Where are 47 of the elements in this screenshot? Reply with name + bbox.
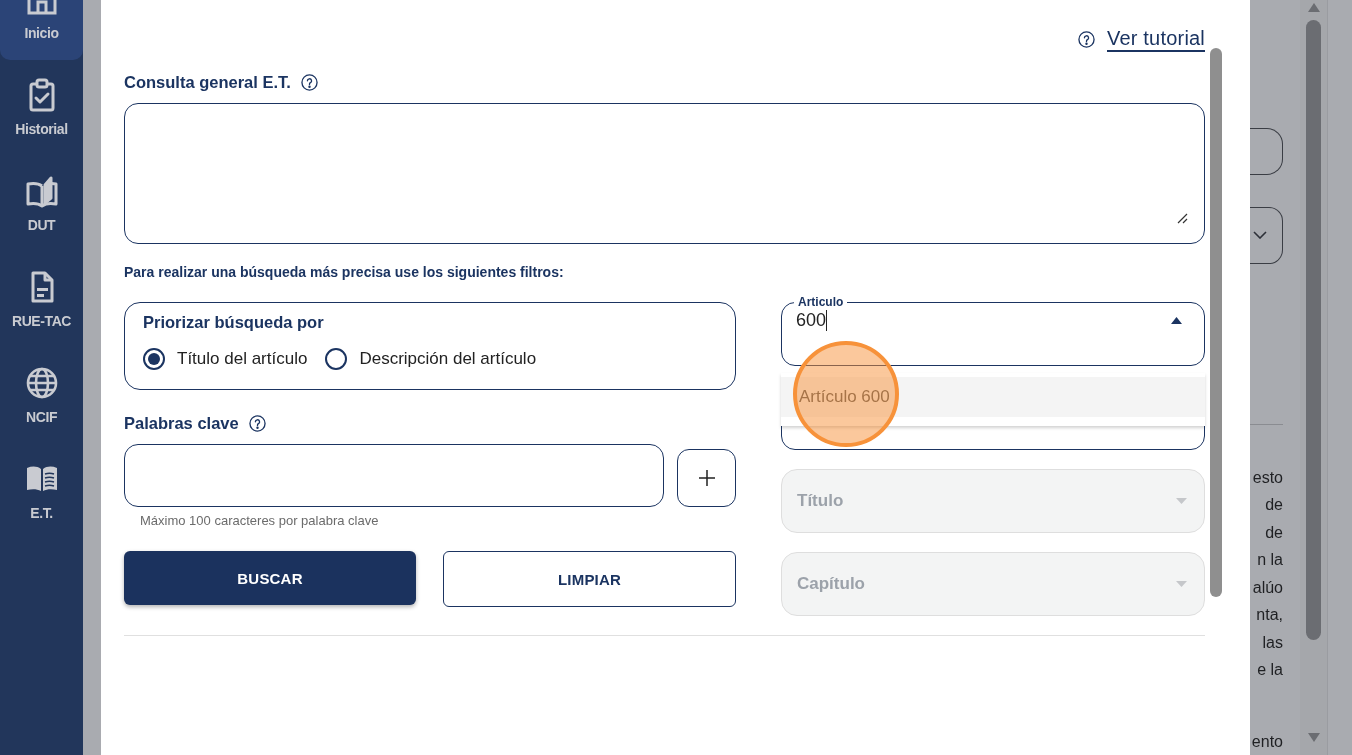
sidebar-item[interactable]: Inicio [0,0,83,60]
scrollbar-thumb[interactable] [1210,48,1222,597]
caret-down-icon [1176,581,1187,587]
panel-title: Priorizar búsqueda por [143,312,325,332]
paragraph-text: ento [1251,731,1283,752]
radio-option[interactable]: Descripción del artículo [325,347,537,371]
field-label: Consulta general E.T. [124,72,291,92]
caret-up-icon[interactable] [1171,316,1182,324]
paragraph-text: de [1265,495,1283,515]
paragraph-text: las [1262,632,1283,653]
clear-button[interactable]: LIMPIAR [443,551,736,607]
sidebar-item[interactable]: RUE-TAC [0,266,83,348]
help-icon[interactable] [1078,31,1095,48]
search-button[interactable]: BUSCAR [124,551,416,605]
globe-icon [24,366,59,400]
paragraph-text: de [1265,522,1283,543]
resize-grip-icon[interactable] [1177,213,1188,224]
tutorial-link[interactable]: Ver tutorial [1107,27,1205,52]
page-scrollbar[interactable] [1300,0,1328,755]
input-field [1250,128,1283,176]
sidebar-item[interactable]: Historial [0,74,83,156]
help-icon[interactable] [300,73,318,91]
paragraph-text: nta, [1256,605,1283,625]
filters-hint: Para realizar una búsqueda más precisa use los siguientes filtros: [124,263,565,281]
scrollbar-thumb[interactable] [1306,20,1321,640]
paragraph-text: esto [1252,467,1283,488]
helper-text: Máximo 100 caracteres por palabra clave [140,513,380,529]
sidebar-item[interactable]: E.T. [0,458,83,540]
field-label: Articulo [797,295,845,309]
text-cursor-icon [826,309,828,331]
caret-down-icon [1176,498,1187,504]
article-combobox[interactable]: Articulo 600 [781,295,1205,366]
paragraph-text: n la [1257,550,1283,570]
paragraph-text: alúo [1252,577,1283,598]
paragraph-text: e la [1257,660,1283,680]
chevron-down-icon [1253,231,1267,240]
select-field: Título [781,469,1205,533]
select-field: Capítulo [781,552,1205,616]
open-book-icon [24,174,59,208]
field-label: Palabras clave [124,413,239,433]
help-icon[interactable] [248,414,266,432]
sidebar-item[interactable]: DUT [0,170,83,252]
add-keyword-button[interactable] [677,449,736,507]
plus-icon [698,470,715,486]
sidebar-item[interactable]: NCIF [0,362,83,444]
radio-option[interactable]: Título del artículo [143,347,308,371]
keyword-input[interactable] [124,444,664,507]
